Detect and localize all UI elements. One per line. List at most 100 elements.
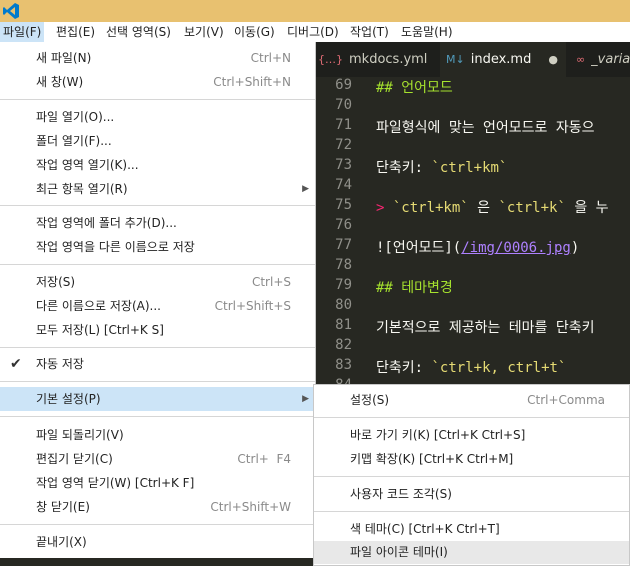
menu-selection[interactable]: 선택 영역(S) <box>103 22 174 42</box>
submenu-arrow-icon: ▶ <box>302 184 309 194</box>
menu-item-shortcut: Ctrl+Shift+S <box>214 299 291 313</box>
menu-item-label: 작업 영역을 다른 이름으로 저장 <box>36 240 195 254</box>
inline-code: `ctrl+km` <box>392 200 469 216</box>
menu-item-keyboard-shortcuts[interactable]: 바로 가기 키(K) [Ctrl+K Ctrl+S] <box>314 424 629 447</box>
line-number: 83 <box>335 357 352 373</box>
checkmark-icon: ✔ <box>10 356 22 372</box>
file-menu: 새 파일(N) Ctrl+N 새 창(W) Ctrl+Shift+N 파일 열기… <box>0 42 316 558</box>
tab-mkdocs-yml[interactable]: {…} mkdocs.yml <box>316 42 440 77</box>
menu-item-new-window[interactable]: 새 창(W) Ctrl+Shift+N <box>0 70 315 94</box>
menu-item-label: 저장(S) <box>36 275 76 289</box>
menu-item-label: 파일 되돌리기(V) <box>36 428 124 442</box>
menu-item-keymap-extensions[interactable]: 키맵 확장(K) [Ctrl+K Ctrl+M] <box>314 448 629 471</box>
menu-item-shortcut: Ctrl+Shift+N <box>213 75 291 89</box>
code-text: 단축키: <box>376 360 432 376</box>
inline-code: `ctrl+k` <box>498 200 566 216</box>
menu-separator <box>0 205 315 206</box>
menu-item-label: 모두 저장(L) [Ctrl+K S] <box>36 323 164 337</box>
menu-item-save-all[interactable]: 모두 저장(L) [Ctrl+K S] <box>0 318 315 342</box>
code-text: 은 <box>468 200 499 216</box>
code-line-69[interactable]: ## 언어모드 <box>376 77 453 97</box>
menu-separator <box>0 347 315 348</box>
menu-item-label: 새 창(W) <box>36 75 84 89</box>
menu-item-exit[interactable]: 끝내기(X) <box>0 530 315 554</box>
menu-item-label: 자동 저장 <box>36 357 84 371</box>
menu-item-add-folder-to-workspace[interactable]: 작업 영역에 폴더 추가(D)... <box>0 211 315 235</box>
line-number: 74 <box>335 177 352 193</box>
code-line-71[interactable]: 파일형식에 맞는 언어모드로 자동으 <box>376 117 595 137</box>
line-number: 71 <box>335 117 352 133</box>
tab-variables[interactable]: ∞ _variabl <box>568 42 630 77</box>
preferences-submenu: 설정(S) Ctrl+Comma 바로 가기 키(K) [Ctrl+K Ctrl… <box>313 384 630 566</box>
code-text: 을 누 <box>565 200 609 216</box>
menu-file[interactable]: 파일(F) <box>0 22 45 42</box>
submenu-arrow-icon: ▶ <box>302 394 309 404</box>
menu-item-user-snippets[interactable]: 사용자 코드 조각(S) <box>314 483 629 506</box>
inline-code: `ctrl+k, ctrl+t` <box>431 360 567 376</box>
tab-label: mkdocs.yml <box>349 52 428 67</box>
menu-item-label: 끝내기(X) <box>36 535 87 549</box>
menu-item-label: 파일 아이콘 테마(I) <box>350 545 448 559</box>
menu-item-shortcut: Ctrl+N <box>250 51 291 65</box>
code-line-77[interactable]: ![언어모드](/img/0006.jpg) <box>376 237 579 257</box>
modified-dot-icon[interactable]: ● <box>548 42 558 77</box>
menu-item-close-window[interactable]: 창 닫기(E) Ctrl+Shift+W <box>0 495 315 519</box>
code-line-79[interactable]: ## 테마변경 <box>376 277 453 297</box>
menu-separator <box>314 476 629 477</box>
menu-item-color-theme[interactable]: 색 테마(C) [Ctrl+K Ctrl+T] <box>314 518 629 541</box>
menu-tasks[interactable]: 작업(T) <box>347 22 392 42</box>
menu-go[interactable]: 이동(G) <box>231 22 278 42</box>
line-number: 80 <box>335 297 352 313</box>
menu-item-open-recent[interactable]: 최근 항목 열기(R) ▶ <box>0 177 315 201</box>
menu-item-shortcut: Ctrl+Shift+W <box>210 500 291 514</box>
menu-separator <box>0 264 315 265</box>
yaml-file-icon: {…} <box>318 53 343 66</box>
line-number: 70 <box>335 97 352 113</box>
menu-item-close-editor[interactable]: 편집기 닫기(C) Ctrl+ F4 <box>0 447 315 471</box>
sass-file-icon: ∞ <box>576 53 586 66</box>
menu-separator <box>0 99 315 100</box>
menu-item-file-icon-theme[interactable]: 파일 아이콘 테마(I) <box>314 541 629 564</box>
tab-label: index.md <box>470 52 532 67</box>
menu-bar: 파일(F) 편집(E) 선택 영역(S) 보기(V) 이동(G) 디버그(D) … <box>0 22 630 42</box>
menu-item-label: 새 파일(N) <box>36 51 92 65</box>
status-strip <box>0 558 316 566</box>
menu-item-save[interactable]: 저장(S) Ctrl+S <box>0 270 315 294</box>
menu-item-label: 키맵 확장(K) [Ctrl+K Ctrl+M] <box>350 452 514 466</box>
menu-help[interactable]: 도움말(H) <box>398 22 456 42</box>
menu-edit[interactable]: 편집(E) <box>53 22 98 42</box>
code-line-83[interactable]: 단축키: `ctrl+k, ctrl+t` <box>376 357 566 377</box>
menu-item-open-folder[interactable]: 폴더 열기(F)... <box>0 129 315 153</box>
code-line-75[interactable]: > `ctrl+km` 은 `ctrl+k` 을 누 <box>376 197 609 217</box>
menu-item-settings[interactable]: 설정(S) Ctrl+Comma <box>314 389 629 412</box>
tab-bar: {…} mkdocs.yml M↓ index.md ● ∞ _variabl <box>316 42 630 77</box>
code-line-81[interactable]: 기본적으로 제공하는 테마를 단축키 <box>376 317 595 337</box>
line-number: 79 <box>335 277 352 293</box>
tab-index-md[interactable]: M↓ index.md ● <box>440 42 566 77</box>
menu-item-new-file[interactable]: 새 파일(N) Ctrl+N <box>0 46 315 70</box>
line-number: 81 <box>335 317 352 333</box>
markdown-file-icon: M↓ <box>446 53 465 66</box>
line-number: 76 <box>335 217 352 233</box>
image-url: /img/0006.jpg <box>461 240 571 256</box>
menu-separator <box>314 417 629 418</box>
menu-item-shortcut: Ctrl+S <box>251 275 291 289</box>
menu-item-open-workspace[interactable]: 작업 영역 열기(K)... <box>0 153 315 177</box>
menu-view[interactable]: 보기(V) <box>181 22 227 42</box>
menu-item-revert-file[interactable]: 파일 되돌리기(V) <box>0 423 315 447</box>
menu-item-label: 작업 영역에 폴더 추가(D)... <box>36 216 177 230</box>
menu-item-label: 파일 열기(O)... <box>36 110 115 124</box>
menu-debug[interactable]: 디버그(D) <box>284 22 342 42</box>
code-line-73[interactable]: 단축키: `ctrl+km` <box>376 157 507 177</box>
menu-item-label: 폴더 열기(F)... <box>36 134 112 148</box>
menu-item-label: 사용자 코드 조각(S) <box>350 487 452 501</box>
menu-item-save-workspace-as[interactable]: 작업 영역을 다른 이름으로 저장 <box>0 235 315 259</box>
menu-item-save-as[interactable]: 다른 이름으로 저장(A)... Ctrl+Shift+S <box>0 294 315 318</box>
inline-code: `ctrl+km` <box>431 160 508 176</box>
menu-item-close-workspace[interactable]: 작업 영역 닫기(W) [Ctrl+K F] <box>0 471 315 495</box>
menu-item-auto-save[interactable]: ✔ 자동 저장 <box>0 352 315 376</box>
menu-item-label: 색 테마(C) [Ctrl+K Ctrl+T] <box>350 522 500 536</box>
menu-separator <box>0 416 315 417</box>
menu-item-preferences[interactable]: 기본 설정(P) ▶ <box>0 387 315 411</box>
menu-item-open-file[interactable]: 파일 열기(O)... <box>0 105 315 129</box>
